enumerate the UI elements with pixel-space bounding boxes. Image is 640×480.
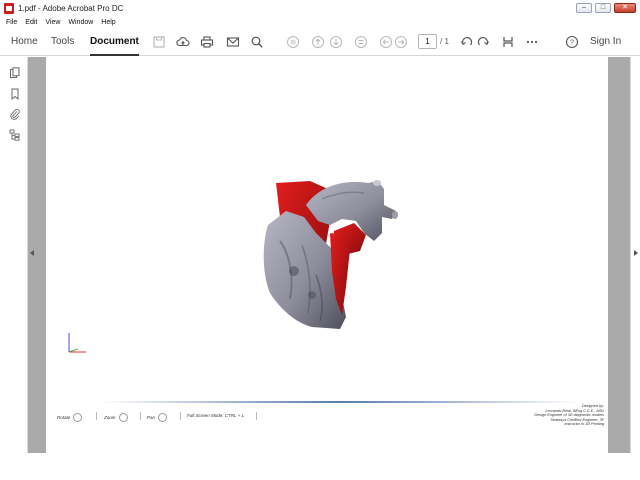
pan-label: Pan: [147, 415, 156, 420]
fullscreen-control: Full Screen Mode: CTRL + L: [187, 413, 244, 418]
title-bar: 1.pdf - Adobe Acrobat Pro DC – □ ✕: [0, 0, 640, 17]
pan-control: Pan: [147, 413, 168, 422]
more-icon[interactable]: [525, 35, 539, 49]
back-icon[interactable]: [379, 35, 393, 49]
maximize-button[interactable]: □: [595, 3, 611, 13]
window-controls: – □ ✕: [576, 3, 636, 13]
menu-bar: File Edit View Window Help: [0, 17, 640, 28]
menu-view[interactable]: View: [45, 19, 60, 26]
prev-page-icon[interactable]: [286, 35, 300, 49]
footer-divider: [100, 401, 580, 403]
status-area: [0, 453, 640, 480]
menu-window[interactable]: Window: [68, 19, 93, 26]
help-icon[interactable]: ?: [565, 35, 579, 49]
zoom-label: Zoom: [104, 415, 116, 420]
3d-heart-model[interactable]: [250, 175, 410, 340]
mouse-pan-icon: [158, 413, 168, 422]
page-thumbnails-icon[interactable]: [9, 66, 21, 78]
acrobat-pdf-icon: [4, 3, 14, 14]
mouse-zoom-icon: [118, 413, 128, 422]
control-separator: [96, 412, 97, 420]
tab-home[interactable]: Home: [11, 28, 38, 56]
sign-in-button[interactable]: Sign In: [590, 36, 621, 47]
credit-line: Instructor in 3D Printing: [564, 422, 604, 427]
pdf-page: Rotate Zoom Pan Full Screen Mode: CTRL +…: [46, 57, 608, 453]
page-down-icon[interactable]: [329, 35, 343, 49]
tab-document[interactable]: Document: [90, 28, 139, 56]
mouse-rotate-icon: [73, 413, 83, 422]
model-tree-icon[interactable]: [9, 128, 21, 141]
save-icon[interactable]: [152, 35, 166, 49]
rotate-label: Rotate: [57, 415, 71, 420]
page-up-icon[interactable]: [311, 35, 325, 49]
control-separator: [180, 412, 181, 420]
rotate-control: Rotate: [57, 413, 83, 422]
email-icon[interactable]: [226, 35, 240, 49]
bookmark-icon[interactable]: [9, 87, 21, 101]
window-title: 1.pdf - Adobe Acrobat Pro DC: [18, 4, 124, 13]
svg-text:?: ?: [570, 40, 574, 47]
expand-right-pane-icon[interactable]: [634, 250, 638, 256]
axes-triad-icon: [66, 330, 92, 361]
tab-tools[interactable]: Tools: [51, 28, 74, 56]
menu-help[interactable]: Help: [101, 19, 115, 26]
fit-icon[interactable]: [354, 35, 368, 49]
fullscreen-label: Full Screen Mode: CTRL + L: [187, 413, 245, 418]
print-icon[interactable]: [200, 35, 214, 49]
heart-model-graphic: [263, 180, 398, 329]
page-number-input[interactable]: 1: [418, 34, 437, 49]
designer-credits: Designed by: Leonardo Bihai, BEng C.E.E.…: [500, 404, 604, 427]
rotate-ccw-icon[interactable]: [460, 35, 474, 49]
close-button[interactable]: ✕: [614, 3, 636, 13]
navigation-pane: [0, 57, 28, 453]
acrobat-window: 1.pdf - Adobe Acrobat Pro DC – □ ✕ File …: [0, 0, 640, 480]
page-total: / 1: [440, 37, 449, 46]
menu-file[interactable]: File: [6, 19, 17, 26]
minimize-button[interactable]: –: [576, 3, 592, 13]
control-separator: [140, 412, 141, 420]
menu-edit[interactable]: Edit: [25, 19, 37, 26]
control-separator: [256, 412, 257, 420]
collapse-left-pane-icon[interactable]: [30, 250, 34, 256]
zoom-control: Zoom: [104, 413, 128, 422]
upload-cloud-icon[interactable]: [176, 35, 190, 49]
attachment-icon[interactable]: [9, 107, 21, 120]
select-icon[interactable]: [501, 35, 515, 49]
rotate-cw-icon[interactable]: [476, 35, 490, 49]
forward-icon[interactable]: [394, 35, 408, 49]
search-icon[interactable]: [250, 35, 264, 49]
